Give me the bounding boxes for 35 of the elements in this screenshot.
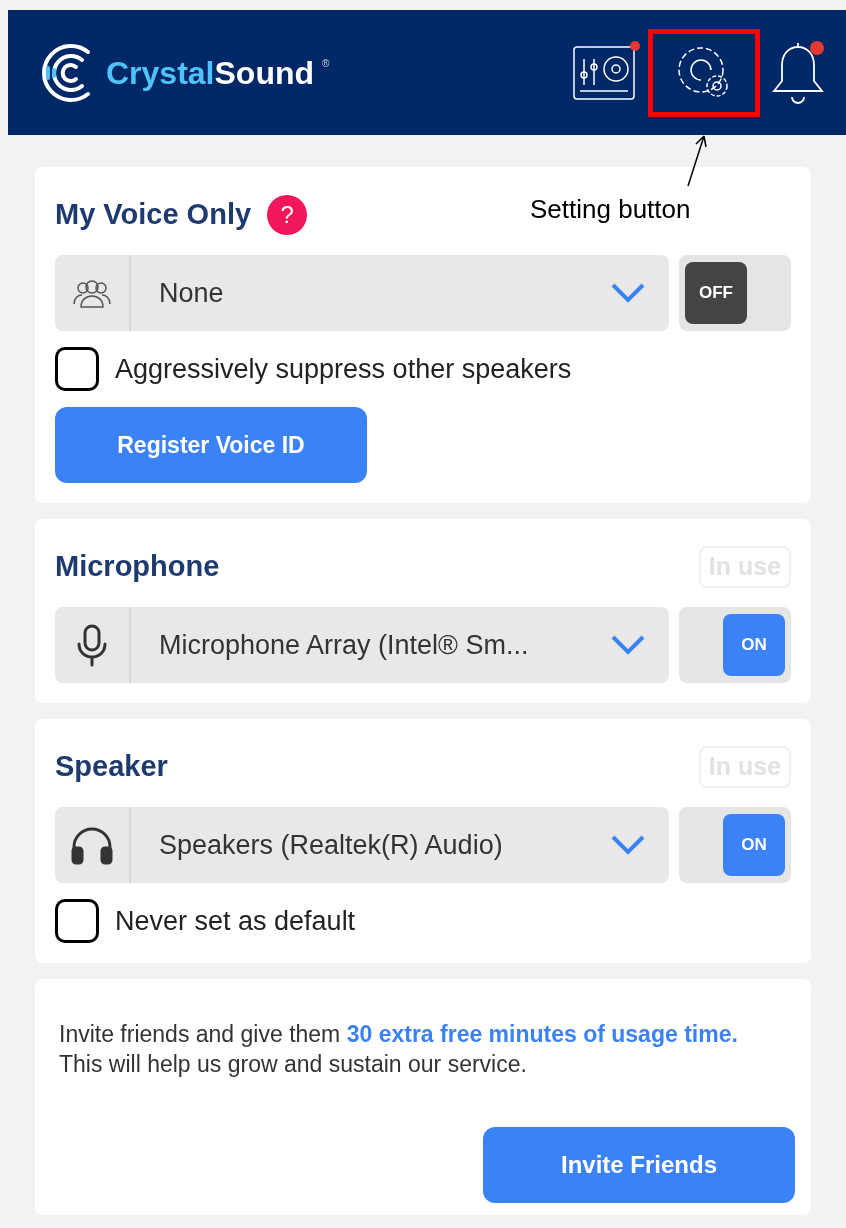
chevron-down-icon [611, 283, 645, 303]
section-title: Microphone [55, 549, 220, 585]
device-dropdown[interactable]: Microphone Array (Intel® Sm... [55, 607, 669, 683]
notifications-button[interactable] [772, 40, 824, 105]
section-title: Speaker [55, 749, 168, 785]
mixer-icon [572, 44, 636, 101]
annotation-arrow [684, 132, 710, 188]
headphones-icon [70, 825, 114, 865]
toggle-switch[interactable]: ON [679, 807, 791, 883]
toggle-knob: ON [723, 614, 785, 676]
section-title: My Voice Only [55, 197, 252, 233]
settings-button[interactable] [648, 28, 760, 117]
device-dropdown[interactable]: None [55, 255, 669, 331]
dropdown-value: Speakers (Realtek(R) Audio) [158, 828, 504, 862]
invite-text: Invite friends and give them 30 extra free minutes of usage time. This will help us grow and sustain our service. [59, 1020, 739, 1079]
chevron-down-icon [611, 635, 645, 655]
checkbox-label: Aggressively suppress other speakers [115, 352, 572, 386]
toggle-knob: OFF [685, 262, 747, 324]
chevron-down-icon [611, 835, 645, 855]
dropdown-value: Microphone Array (Intel® Sm... [158, 628, 530, 662]
annotation-label: Setting button [530, 193, 691, 226]
toggle-switch[interactable]: OFF [679, 255, 791, 331]
toggle-knob: ON [723, 814, 785, 876]
logo-text: CrystalSound [106, 53, 315, 93]
checkbox-label: Never set as default [115, 904, 356, 938]
bell-icon [772, 40, 824, 105]
register-button[interactable]: Register Voice ID [55, 407, 367, 483]
toggle-switch[interactable]: ON [679, 607, 791, 683]
registered-mark: ® [322, 56, 330, 71]
checkbox[interactable] [55, 899, 99, 943]
help-badge[interactable]: ? [267, 195, 308, 235]
device-dropdown[interactable]: Speakers (Realtek(R) Audio) [55, 807, 669, 883]
dropdown-value: None [158, 276, 225, 310]
checkbox[interactable] [55, 347, 99, 391]
invite-button[interactable]: Invite Friends [483, 1127, 795, 1203]
